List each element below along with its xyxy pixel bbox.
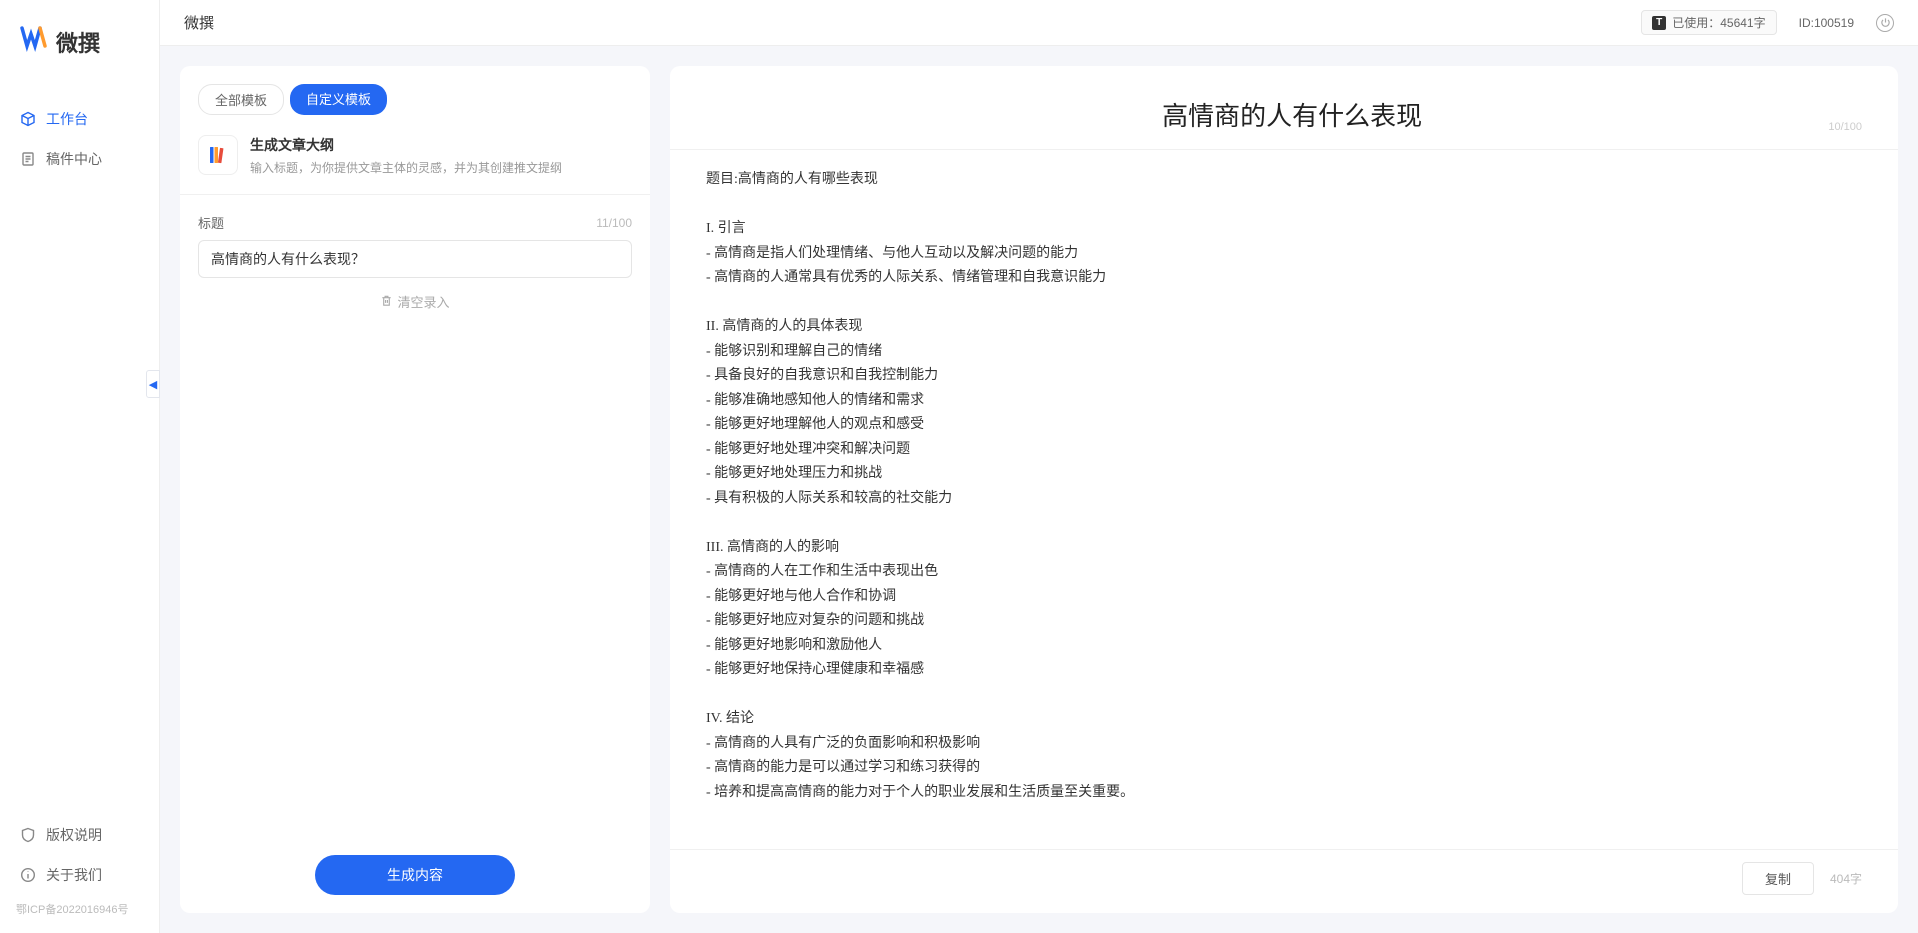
- main-area: 微撰 T 已使用：45641字 ID:100519 全部模板 自定义模板: [160, 0, 1918, 933]
- template-title: 生成文章大纲: [250, 135, 632, 155]
- text-badge-icon: T: [1652, 16, 1666, 30]
- usage-pill[interactable]: T 已使用：45641字: [1641, 10, 1776, 35]
- output-header-count: 10/100: [1828, 121, 1862, 133]
- word-count: 404字: [1830, 870, 1862, 887]
- form-section: 标题 11/100: [180, 195, 650, 278]
- collapse-sidebar-button[interactable]: ◀: [146, 370, 160, 398]
- clear-label: 清空录入: [397, 292, 449, 311]
- footer-link-label: 关于我们: [46, 865, 102, 885]
- page-title: 微撰: [184, 12, 214, 33]
- chevron-left-icon: ◀: [149, 378, 157, 391]
- template-tabs: 全部模板 自定义模板: [180, 84, 650, 131]
- template-card: 生成文章大纲 输入标题，为你提供文章主体的灵感，并为其创建推文提纲: [180, 131, 650, 195]
- nav-label: 工作台: [46, 109, 88, 129]
- shield-icon: [20, 827, 36, 843]
- usage-text: 已使用：45641字: [1672, 14, 1765, 31]
- cube-icon: [20, 111, 36, 127]
- sidebar-footer: 版权说明 关于我们 鄂ICP备2022016946号: [0, 815, 159, 933]
- sidebar: 微撰 工作台 稿件中心 版权说明: [0, 0, 160, 933]
- tab-custom-templates[interactable]: 自定义模板: [290, 84, 387, 115]
- about-link[interactable]: 关于我们: [0, 855, 159, 895]
- books-icon: [198, 135, 238, 175]
- content-row: 全部模板 自定义模板 生成文章大纲 输入标题，为你提供文章主体的灵感，并为其创建…: [160, 46, 1918, 933]
- title-input[interactable]: [198, 240, 632, 278]
- logo-w-icon: [20, 24, 48, 59]
- copyright-link[interactable]: 版权说明: [0, 815, 159, 855]
- template-desc: 输入标题，为你提供文章主体的灵感，并为其创建推文提纲: [250, 159, 632, 176]
- topbar: 微撰 T 已使用：45641字 ID:100519: [160, 0, 1918, 46]
- output-header: 高情商的人有什么表现 10/100: [670, 78, 1898, 150]
- trash-icon: [380, 294, 393, 310]
- nav-drafts[interactable]: 稿件中心: [0, 139, 159, 179]
- topbar-right: T 已使用：45641字 ID:100519: [1641, 10, 1894, 35]
- form-label-row: 标题 11/100: [198, 213, 632, 232]
- output-footer: 复制 404字: [670, 849, 1898, 895]
- output-body: 题目:高情商的人有哪些表现 I. 引言 - 高情商是指人们处理情绪、与他人互动以…: [670, 150, 1898, 849]
- tab-all-templates[interactable]: 全部模板: [198, 84, 284, 115]
- clear-input-button[interactable]: 清空录入: [180, 278, 650, 325]
- info-icon: [20, 867, 36, 883]
- main-nav: 工作台 稿件中心: [0, 89, 159, 815]
- output-panel: 高情商的人有什么表现 10/100 题目:高情商的人有哪些表现 I. 引言 - …: [670, 66, 1898, 913]
- nav-workspace[interactable]: 工作台: [0, 99, 159, 139]
- char-count: 11/100: [596, 216, 632, 230]
- generate-button[interactable]: 生成内容: [315, 855, 515, 895]
- output-title: 高情商的人有什么表现: [756, 96, 1828, 133]
- user-id: ID:100519: [1799, 16, 1854, 30]
- footer-link-label: 版权说明: [46, 825, 102, 845]
- generate-bar: 生成内容: [180, 855, 650, 895]
- input-panel: 全部模板 自定义模板 生成文章大纲 输入标题，为你提供文章主体的灵感，并为其创建…: [180, 66, 650, 913]
- title-label: 标题: [198, 213, 224, 232]
- copy-button[interactable]: 复制: [1742, 862, 1814, 895]
- brand-logo: 微撰: [0, 0, 159, 89]
- template-info: 生成文章大纲 输入标题，为你提供文章主体的灵感，并为其创建推文提纲: [250, 135, 632, 176]
- power-icon[interactable]: [1876, 14, 1894, 32]
- brand-name: 微撰: [56, 26, 100, 58]
- document-icon: [20, 151, 36, 167]
- nav-label: 稿件中心: [46, 149, 102, 169]
- icp-text: 鄂ICP备2022016946号: [0, 895, 159, 923]
